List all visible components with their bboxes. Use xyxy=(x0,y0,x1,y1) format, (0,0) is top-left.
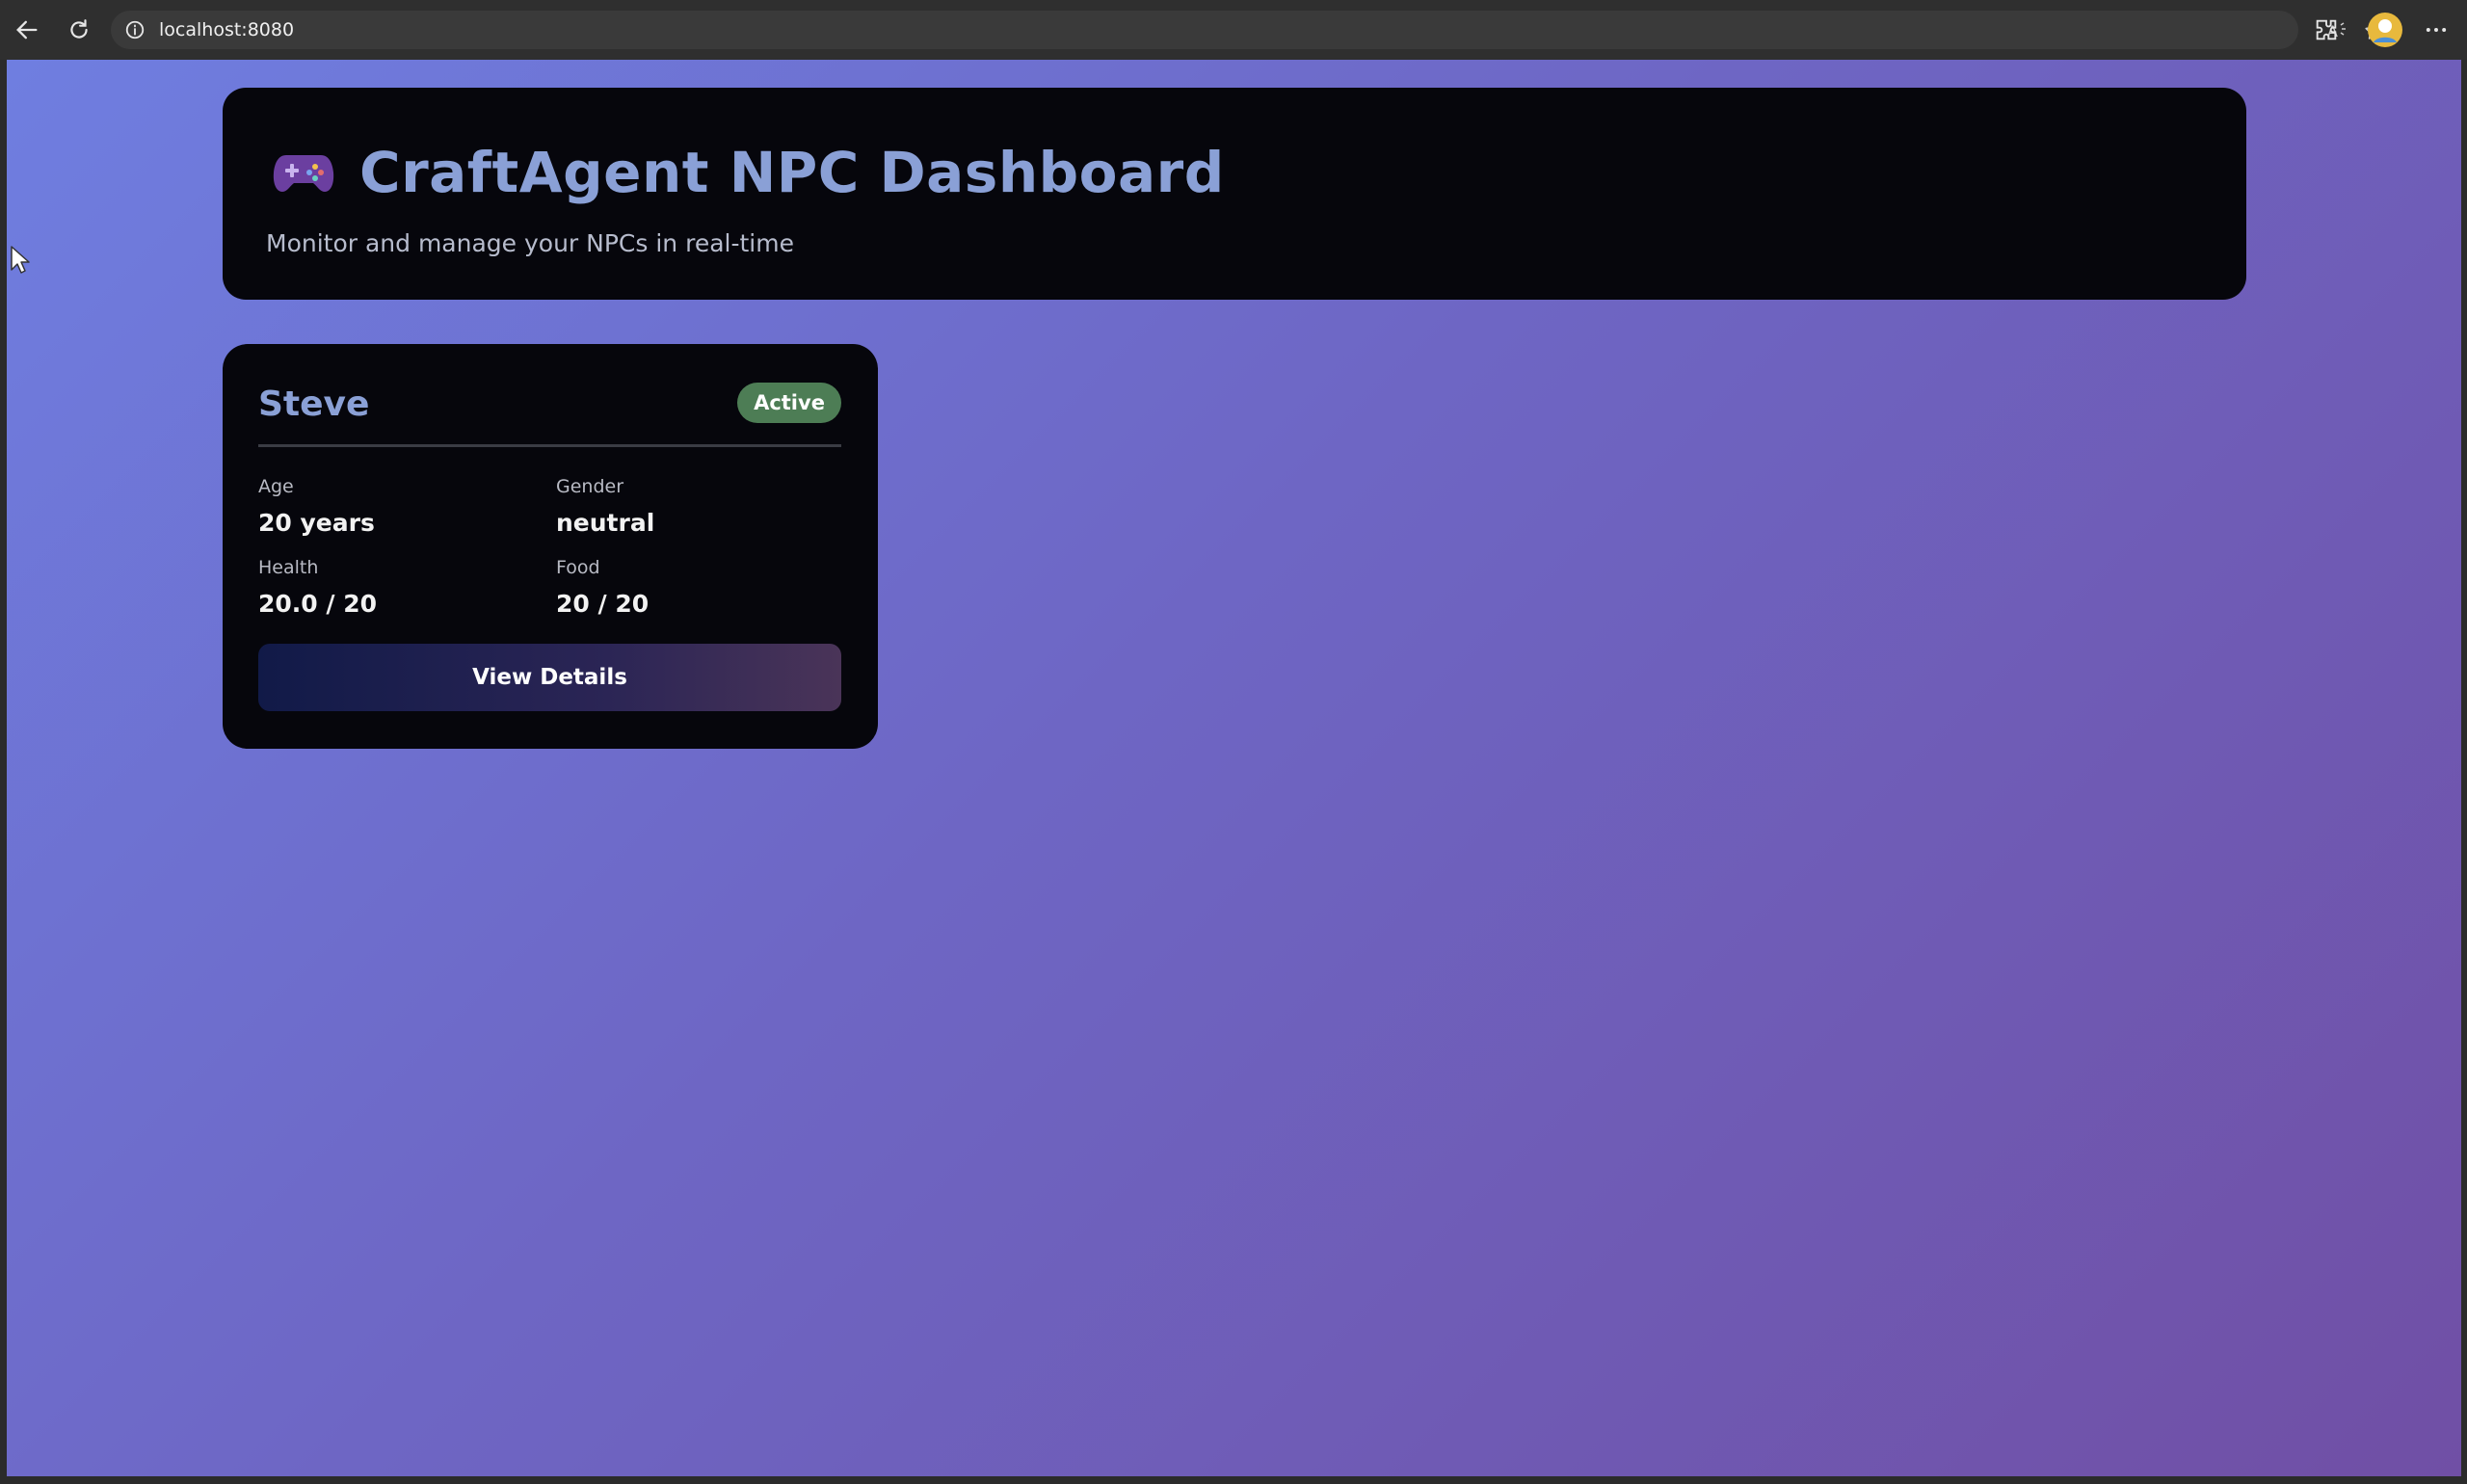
back-button[interactable] xyxy=(8,11,46,49)
page-title: CraftAgent NPC Dashboard xyxy=(359,140,1225,205)
title-row: CraftAgent NPC Dashboard xyxy=(273,140,1225,205)
stat-value: 20.0 / 20 xyxy=(258,590,378,618)
stat-food: Food 20 / 20 xyxy=(556,557,649,618)
stat-label: Food xyxy=(556,557,600,578)
stat-health: Health 20.0 / 20 xyxy=(258,557,377,618)
stat-label: Health xyxy=(258,557,319,578)
stat-label: Gender xyxy=(556,476,624,497)
browser-toolbar: localhost:8080 A xyxy=(0,0,2467,60)
back-arrow-icon xyxy=(16,20,38,40)
gamepad-icon xyxy=(273,155,334,192)
address-bar[interactable]: localhost:8080 A xyxy=(111,11,2384,49)
stat-label: Age xyxy=(258,476,294,497)
info-icon[interactable] xyxy=(124,19,146,40)
profile-avatar-icon[interactable] xyxy=(2367,12,2403,48)
more-menu-icon[interactable] xyxy=(2423,16,2450,43)
view-details-button[interactable]: View Details xyxy=(258,644,841,711)
mouse-cursor-icon xyxy=(11,246,30,274)
extensions-icon[interactable] xyxy=(2313,16,2340,43)
url-text[interactable]: localhost:8080 xyxy=(159,19,294,40)
npc-name: Steve xyxy=(258,384,370,424)
card-divider xyxy=(258,444,841,447)
stat-value: 20 years xyxy=(258,509,375,537)
stat-value: 20 / 20 xyxy=(556,590,650,618)
reload-icon xyxy=(70,19,88,39)
page-subtitle: Monitor and manage your NPCs in real-tim… xyxy=(266,229,794,257)
stat-value: neutral xyxy=(556,509,655,537)
dashboard-header: CraftAgent NPC Dashboard Monitor and man… xyxy=(223,88,2246,300)
status-badge: Active xyxy=(737,383,841,423)
npc-card: Steve Active Age 20 years Gender neutral… xyxy=(223,344,878,749)
stat-gender: Gender neutral xyxy=(556,476,654,537)
stat-age: Age 20 years xyxy=(258,476,375,537)
reload-button[interactable] xyxy=(60,11,98,49)
page-viewport: CraftAgent NPC Dashboard Monitor and man… xyxy=(7,60,2461,1476)
